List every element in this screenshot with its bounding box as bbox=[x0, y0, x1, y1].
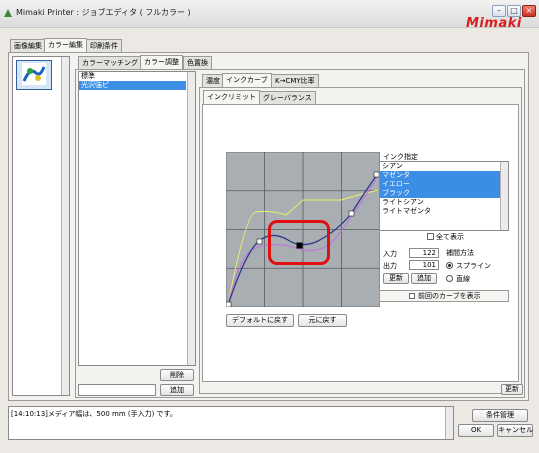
thumbnail-image bbox=[22, 63, 46, 85]
tab-color-replace[interactable]: 色置換 bbox=[183, 56, 212, 70]
ink-item-yellow[interactable]: イエロー bbox=[380, 180, 508, 189]
tab-density[interactable]: 濃度 bbox=[202, 74, 224, 88]
delete-button[interactable]: 削除 bbox=[160, 369, 194, 381]
tab-color-adjust[interactable]: カラー調整 bbox=[140, 55, 183, 70]
ink-list-scrollbar[interactable] bbox=[500, 162, 508, 230]
add-point-button[interactable]: 追加 bbox=[411, 273, 437, 284]
ink-item-cyan[interactable]: シアン bbox=[380, 162, 508, 171]
tab-color-matching[interactable]: カラーマッチング bbox=[78, 56, 142, 70]
update-button[interactable]: 更新 bbox=[501, 384, 523, 395]
radio-dot bbox=[448, 264, 451, 267]
interp-method-label: 補間方法 bbox=[446, 249, 474, 257]
window-title: Mimaki Printer : ジョブエディタ ( フルカラー ) bbox=[16, 8, 191, 17]
cancel-button[interactable]: キャンセル bbox=[497, 424, 533, 437]
ink-item-light-cyan[interactable]: ライトシアン bbox=[380, 198, 508, 207]
tab-color-edit[interactable]: カラー編集 bbox=[44, 38, 87, 53]
tab-gray-balance[interactable]: グレーバランス bbox=[259, 91, 316, 105]
status-log: [14:10:13]メディア幅は、500 mm (手入力) です。 bbox=[8, 406, 454, 440]
linear-radio[interactable] bbox=[446, 275, 453, 282]
profile-item[interactable]: 標準 bbox=[79, 72, 195, 81]
ink-list[interactable]: シアン マゼンタ イエロー ブラック ライトシアン ライトマゼンタ bbox=[379, 161, 509, 231]
brand-logo: Mimaki bbox=[466, 16, 522, 31]
spline-label: スプライン bbox=[456, 262, 491, 270]
linear-label: 直線 bbox=[456, 275, 470, 283]
ink-item-magenta[interactable]: マゼンタ bbox=[380, 171, 508, 180]
ok-button[interactable]: OK bbox=[458, 424, 494, 437]
show-all-checkbox[interactable] bbox=[427, 233, 434, 240]
reset-default-button[interactable]: デフォルトに戻す bbox=[226, 314, 294, 327]
tab-ink-curve[interactable]: インクカーブ bbox=[222, 73, 272, 88]
profile-list[interactable]: 標準 光沢強ピ bbox=[78, 71, 196, 366]
close-button[interactable]: × bbox=[522, 5, 536, 17]
add-profile-button[interactable]: 追加 bbox=[160, 384, 194, 396]
output-field[interactable]: 101 bbox=[409, 260, 439, 270]
thumbnail-scrollbar[interactable] bbox=[61, 57, 69, 395]
ink-item-black[interactable]: ブラック bbox=[380, 189, 508, 198]
spline-radio[interactable] bbox=[446, 262, 453, 269]
input-field[interactable]: 122 bbox=[409, 248, 439, 258]
output-label: 出力 bbox=[383, 262, 397, 270]
profile-item-selected[interactable]: 光沢強ピ bbox=[79, 81, 186, 90]
tab-print-conditions[interactable]: 印刷条件 bbox=[86, 39, 122, 53]
input-label: 入力 bbox=[383, 250, 397, 258]
show-all-label: 全て表示 bbox=[436, 233, 464, 241]
status-message: [14:10:13]メディア幅は、500 mm (手入力) です。 bbox=[11, 410, 177, 418]
revert-button[interactable]: 元に戻す bbox=[298, 314, 347, 327]
update-point-button[interactable]: 更新 bbox=[383, 273, 409, 284]
highlight-ring bbox=[268, 220, 330, 265]
prev-curve-label: 前回のカーブを表示 bbox=[418, 292, 481, 300]
ink-item-light-magenta[interactable]: ライトマゼンタ bbox=[380, 207, 508, 216]
tab-image-edit[interactable]: 画像編集 bbox=[10, 39, 46, 53]
status-scrollbar[interactable] bbox=[445, 407, 453, 439]
app-icon bbox=[4, 9, 12, 17]
profile-name-input[interactable] bbox=[78, 384, 156, 396]
condition-manage-button[interactable]: 条件管理 bbox=[472, 409, 528, 422]
tab-k-cmy-ratio[interactable]: K→CMY比率 bbox=[271, 74, 319, 88]
profile-scrollbar[interactable] bbox=[187, 72, 195, 365]
tab-ink-limit[interactable]: インクリミット bbox=[203, 90, 260, 105]
prev-curve-checkbox[interactable] bbox=[409, 293, 415, 299]
